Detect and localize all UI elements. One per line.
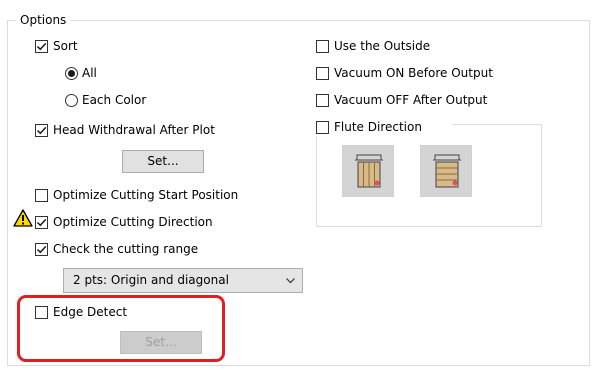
optimize-start-label: Optimize Cutting Start Position (53, 188, 239, 202)
vacuum-off-label: Vacuum OFF After Output (334, 93, 488, 107)
sort-checkbox[interactable] (35, 40, 48, 53)
checkmark-icon (36, 245, 47, 254)
edge-detect-highlight (17, 295, 225, 362)
head-withdrawal-checkbox[interactable] (35, 124, 48, 137)
sort-all-radio[interactable] (65, 67, 78, 80)
checkmark-icon (36, 126, 47, 135)
use-outside-checkbox[interactable] (316, 40, 329, 53)
check-range-label: Check the cutting range (53, 242, 199, 256)
checkmark-icon (36, 42, 47, 51)
warning-icon (13, 209, 33, 227)
checkmark-icon (36, 218, 47, 227)
flute-vertical-icon (355, 154, 383, 188)
flute-vertical-button[interactable] (342, 145, 394, 197)
flute-horizontal-button[interactable] (420, 145, 472, 197)
sort-each-color-radio[interactable] (65, 94, 78, 107)
options-title: Options (16, 12, 71, 28)
optimize-start-checkbox[interactable] (35, 189, 48, 202)
head-withdrawal-label: Head Withdrawal After Plot (53, 123, 215, 137)
optimize-direction-checkbox[interactable] (35, 216, 48, 229)
vacuum-on-checkbox[interactable] (316, 67, 329, 80)
use-outside-label: Use the Outside (334, 39, 431, 53)
cutting-range-value: 2 pts: Origin and diagonal (73, 273, 229, 287)
flute-horizontal-icon (433, 154, 461, 188)
sort-label: Sort (53, 39, 78, 53)
sort-each-color-label: Each Color (82, 93, 147, 107)
cutting-range-select[interactable]: 2 pts: Origin and diagonal (63, 268, 303, 293)
chevron-down-icon (286, 278, 295, 284)
sort-all-label: All (82, 66, 97, 80)
vacuum-off-checkbox[interactable] (316, 94, 329, 107)
check-range-checkbox[interactable] (35, 243, 48, 256)
radio-dot (68, 70, 75, 77)
vacuum-on-label: Vacuum ON Before Output (334, 66, 493, 80)
flute-direction-label: Flute Direction (334, 120, 422, 134)
flute-direction-checkbox[interactable] (316, 121, 329, 134)
optimize-direction-label: Optimize Cutting Direction (53, 215, 213, 229)
head-withdrawal-set-button[interactable]: Set... (122, 150, 204, 173)
